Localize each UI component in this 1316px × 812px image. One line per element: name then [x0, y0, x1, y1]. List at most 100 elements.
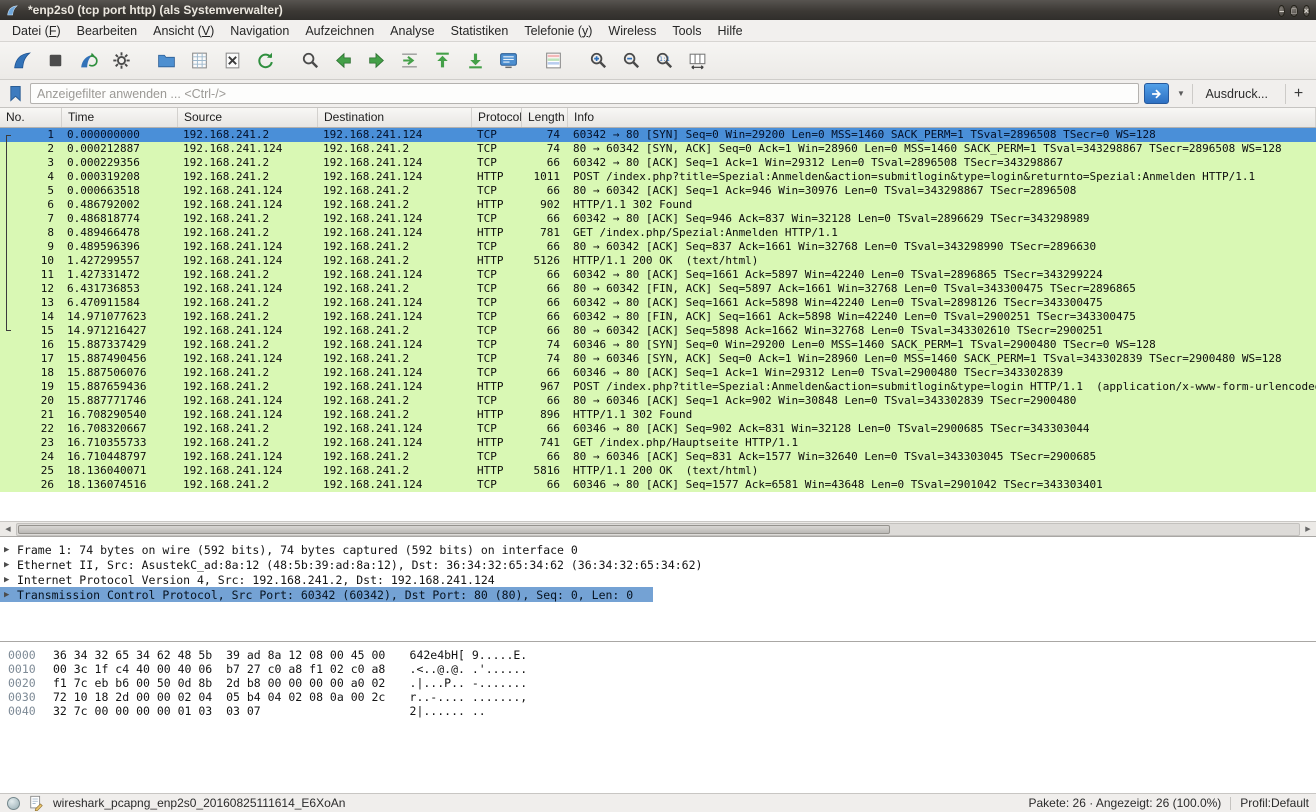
- expander-icon[interactable]: ▶: [4, 590, 17, 600]
- packet-row[interactable]: 80.489466478192.168.241.2192.168.241.124…: [0, 226, 1316, 240]
- column-header-protocol[interactable]: Protocol: [472, 108, 522, 127]
- maximize-button[interactable]: □: [1290, 5, 1297, 17]
- packet-row[interactable]: 1615.887337429192.168.241.2192.168.241.1…: [0, 338, 1316, 352]
- menu-statistiken[interactable]: Statistiken: [443, 22, 517, 40]
- packet-row[interactable]: 1514.971216427192.168.241.124192.168.241…: [0, 324, 1316, 338]
- hex-line[interactable]: 004032 7c 00 00 00 00 01 03 03 072|.....…: [8, 704, 1308, 718]
- packet-row[interactable]: 2316.710355733192.168.241.2192.168.241.1…: [0, 436, 1316, 450]
- colorize-button[interactable]: [537, 46, 570, 76]
- scrollbar-track[interactable]: [16, 523, 1300, 536]
- detail-line[interactable]: ▶Frame 1: 74 bytes on wire (592 bits), 7…: [0, 542, 598, 557]
- minimize-button[interactable]: –: [1278, 5, 1285, 17]
- expander-icon[interactable]: ▶: [4, 545, 17, 555]
- hex-line[interactable]: 0020f1 7c eb b6 00 50 0d 8b 2d b8 00 00 …: [8, 676, 1308, 690]
- hex-line[interactable]: 000036 34 32 65 34 62 48 5b 39 ad 8a 12 …: [8, 648, 1308, 662]
- packet-row[interactable]: 2015.887771746192.168.241.124192.168.241…: [0, 394, 1316, 408]
- expander-icon[interactable]: ▶: [4, 575, 17, 585]
- expert-info-icon[interactable]: [7, 797, 20, 810]
- go-first-button[interactable]: [426, 46, 459, 76]
- stop-capture-button[interactable]: [39, 46, 72, 76]
- packet-row[interactable]: 1815.887506076192.168.241.2192.168.241.1…: [0, 366, 1316, 380]
- packet-row[interactable]: 2116.708290540192.168.241.124192.168.241…: [0, 408, 1316, 422]
- horizontal-scrollbar[interactable]: ◀ ▶: [0, 521, 1316, 536]
- go-to-packet-button[interactable]: [393, 46, 426, 76]
- expression-button[interactable]: Ausdruck...: [1192, 84, 1280, 104]
- reload-file-button[interactable]: [249, 46, 282, 76]
- packet-row[interactable]: 1715.887490456192.168.241.124192.168.241…: [0, 352, 1316, 366]
- menu-telefonie[interactable]: Telefonie (y): [516, 22, 600, 40]
- profile-selector[interactable]: Profil:Default: [1240, 796, 1309, 810]
- cell-protocol: TCP: [472, 156, 522, 170]
- column-header-length[interactable]: Length: [522, 108, 568, 127]
- capture-options-button[interactable]: [105, 46, 138, 76]
- scroll-left-button[interactable]: ◀: [1, 523, 15, 536]
- column-header-info[interactable]: Info: [568, 108, 1316, 127]
- detail-line[interactable]: ▶Transmission Control Protocol, Src Port…: [0, 587, 653, 602]
- packet-row[interactable]: 2416.710448797192.168.241.124192.168.241…: [0, 450, 1316, 464]
- stop-capture-icon: [45, 50, 66, 71]
- packet-row[interactable]: 111.427331472192.168.241.2192.168.241.12…: [0, 268, 1316, 282]
- display-filter-input[interactable]: [30, 83, 1139, 104]
- packet-row[interactable]: 2216.708320667192.168.241.2192.168.241.1…: [0, 422, 1316, 436]
- column-header-time[interactable]: Time: [62, 108, 178, 127]
- packet-row[interactable]: 90.489596396192.168.241.124192.168.241.2…: [0, 240, 1316, 254]
- packet-row[interactable]: 20.000212887192.168.241.124192.168.241.2…: [0, 142, 1316, 156]
- close-file-button[interactable]: [216, 46, 249, 76]
- packet-row[interactable]: 136.470911584192.168.241.2192.168.241.12…: [0, 296, 1316, 310]
- filter-history-dropdown[interactable]: ▼: [1174, 89, 1187, 98]
- menu-ansicht[interactable]: Ansicht (V): [145, 22, 222, 40]
- detail-line[interactable]: ▶Internet Protocol Version 4, Src: 192.1…: [0, 572, 515, 587]
- packet-row[interactable]: 60.486792002192.168.241.124192.168.241.2…: [0, 198, 1316, 212]
- zoom-original-button[interactable]: 1:1: [648, 46, 681, 76]
- packet-row[interactable]: 2618.136074516192.168.241.2192.168.241.1…: [0, 478, 1316, 492]
- scroll-right-button[interactable]: ▶: [1301, 523, 1315, 536]
- restart-capture-button[interactable]: [72, 46, 105, 76]
- titlebar[interactable]: *enp2s0 (tcp port http) (als Systemverwa…: [0, 0, 1316, 20]
- packet-row[interactable]: 126.431736853192.168.241.124192.168.241.…: [0, 282, 1316, 296]
- zoom-in-button[interactable]: [582, 46, 615, 76]
- column-header-destination[interactable]: Destination: [318, 108, 472, 127]
- menu-datei[interactable]: Datei (F): [4, 22, 69, 40]
- detail-line[interactable]: ▶Ethernet II, Src: AsustekC_ad:8a:12 (48…: [0, 557, 722, 572]
- save-file-button[interactable]: [183, 46, 216, 76]
- zoom-out-button[interactable]: [615, 46, 648, 76]
- menu-analyse[interactable]: Analyse: [382, 22, 442, 40]
- menu-tools[interactable]: Tools: [664, 22, 709, 40]
- column-header-source[interactable]: Source: [178, 108, 318, 127]
- resize-columns-button[interactable]: [681, 46, 714, 76]
- packet-row[interactable]: 2518.136040071192.168.241.124192.168.241…: [0, 464, 1316, 478]
- packet-row[interactable]: 30.000229356192.168.241.2192.168.241.124…: [0, 156, 1316, 170]
- apply-filter-button[interactable]: [1144, 83, 1169, 104]
- hex-line[interactable]: 003072 10 18 2d 00 00 02 04 05 b4 04 02 …: [8, 690, 1308, 704]
- cell-time: 15.887337429: [62, 338, 178, 352]
- cell-length: 66: [522, 478, 568, 492]
- packet-row[interactable]: 1414.971077623192.168.241.2192.168.241.1…: [0, 310, 1316, 324]
- menu-aufzeichnen[interactable]: Aufzeichnen: [297, 22, 382, 40]
- packet-row[interactable]: 70.486818774192.168.241.2192.168.241.124…: [0, 212, 1316, 226]
- packet-row[interactable]: 40.000319208192.168.241.2192.168.241.124…: [0, 170, 1316, 184]
- packet-row[interactable]: 10.000000000192.168.241.2192.168.241.124…: [0, 128, 1316, 142]
- close-button[interactable]: ×: [1303, 5, 1310, 17]
- packet-row[interactable]: 1915.887659436192.168.241.2192.168.241.1…: [0, 380, 1316, 394]
- open-file-button[interactable]: [150, 46, 183, 76]
- go-back-button[interactable]: [327, 46, 360, 76]
- go-forward-button[interactable]: [360, 46, 393, 76]
- expander-icon[interactable]: ▶: [4, 560, 17, 570]
- menu-navigation[interactable]: Navigation: [222, 22, 297, 40]
- packet-row[interactable]: 101.427299557192.168.241.124192.168.241.…: [0, 254, 1316, 268]
- menu-bearbeiten[interactable]: Bearbeiten: [69, 22, 145, 40]
- find-packet-button[interactable]: [294, 46, 327, 76]
- start-capture-button[interactable]: [6, 46, 39, 76]
- conversation-mark: [6, 282, 11, 296]
- packet-row[interactable]: 50.000663518192.168.241.124192.168.241.2…: [0, 184, 1316, 198]
- add-filter-button[interactable]: +: [1285, 84, 1311, 104]
- scrollbar-thumb[interactable]: [18, 525, 890, 534]
- menu-wireless[interactable]: Wireless: [600, 22, 664, 40]
- auto-scroll-button[interactable]: [492, 46, 525, 76]
- capture-comment-icon[interactable]: [29, 795, 44, 811]
- column-header-no[interactable]: No.: [0, 108, 62, 127]
- go-last-button[interactable]: [459, 46, 492, 76]
- filter-bookmark-button[interactable]: [5, 83, 25, 105]
- menu-hilfe[interactable]: Hilfe: [710, 22, 751, 40]
- hex-line[interactable]: 001000 3c 1f c4 40 00 40 06 b7 27 c0 a8 …: [8, 662, 1308, 676]
